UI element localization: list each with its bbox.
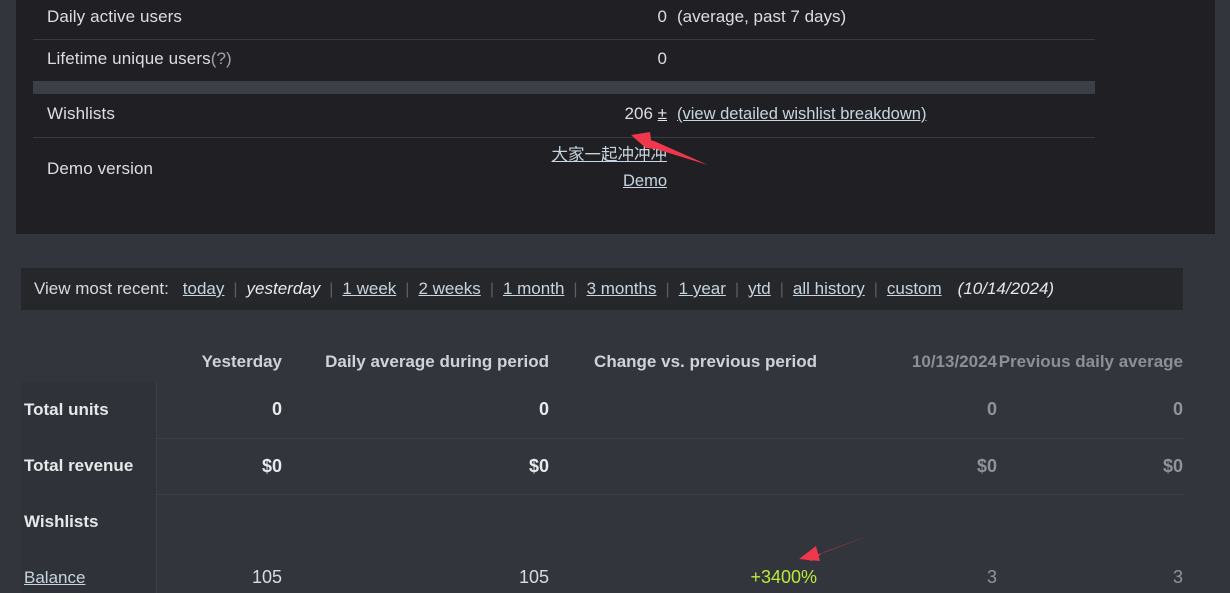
wishlists-plusminus-toggle[interactable]: ± <box>658 104 667 123</box>
stats-row-label[interactable]: Balance <box>21 550 157 593</box>
date-range-nav-bar: View most recent: today | yesterday | 1 week… <box>21 268 1183 310</box>
stats-cell-prev-daily-average: 0 <box>997 382 1183 439</box>
stats-table-body: Total units 0 0 0 0 Total revenue $0 $0 $0 $0 Wish… <box>21 382 1183 593</box>
date-range-separator: | <box>573 281 578 298</box>
lifetime-unique-users-label: Lifetime unique users(?) <box>33 38 347 80</box>
date-range-separator: | <box>489 281 494 298</box>
date-range-separator: | <box>329 281 334 298</box>
stats-cell-prev-daily-average: 3 <box>997 550 1183 593</box>
stats-row-label: Total units <box>21 382 157 438</box>
date-range-item-1-year[interactable]: 1 year <box>679 279 726 298</box>
date-range-item-1-month[interactable]: 1 month <box>503 279 564 298</box>
summary-row-lifetime-unique-users: Lifetime unique users(?) 0 <box>33 38 1095 80</box>
stats-header-prev-date: 10/13/2024 <box>911 352 997 372</box>
date-range-item-today[interactable]: today <box>183 279 225 298</box>
date-range-item-ytd[interactable]: ytd <box>748 279 771 298</box>
stats-cell-yesterday: $0 <box>156 438 282 495</box>
stats-cell-prev-date: $0 <box>817 438 997 495</box>
lifetime-unique-users-value: 0 <box>657 49 667 68</box>
stats-row: Balance 105 105 +3400% 3 3 <box>21 550 1183 593</box>
stats-cell-daily-average: 0 <box>282 382 549 439</box>
date-range-label: View most recent: <box>34 279 169 298</box>
date-range-item-all-history[interactable]: all history <box>793 279 865 298</box>
demo-game-title-link[interactable]: 大家一起冲冲冲 <box>347 143 668 169</box>
stats-row: Wishlists <box>21 494 1183 550</box>
date-range-items: today | yesterday | 1 week | 2 weeks | 1 month | 3… <box>183 279 942 299</box>
wishlists-value: 206 ± <box>347 93 667 135</box>
date-range-separator: | <box>233 281 238 298</box>
summary-row-daily-active-users: Daily active users 0 (average, past 7 da… <box>33 0 1095 38</box>
stats-header-row: Yesterday Daily average during period Ch… <box>21 311 1183 382</box>
game-summary-panel: Daily active users 0 (average, past 7 da… <box>16 0 1215 234</box>
stats-cell-prev-daily-average <box>997 494 1183 550</box>
demo-version-note <box>667 135 1095 203</box>
stats-cell-yesterday: 0 <box>156 382 282 439</box>
date-range-separator: | <box>405 281 410 298</box>
stats-row: Total revenue $0 $0 $0 $0 <box>21 438 1183 495</box>
stats-cell-yesterday: 105 <box>156 550 282 593</box>
stats-cell-change <box>549 494 817 550</box>
stats-cell-daily-average: 105 <box>282 550 549 593</box>
wishlists-label: Wishlists <box>47 104 115 123</box>
summary-row-wishlists: Wishlists 206 ± (view detailed wishlist … <box>33 93 1095 135</box>
stats-row-label: Total revenue <box>21 438 157 494</box>
daily-active-users-label: Daily active users <box>47 7 183 26</box>
stats-row: Total units 0 0 0 0 <box>21 382 1183 439</box>
stats-cell-yesterday <box>156 494 282 550</box>
date-range-separator: | <box>734 281 740 298</box>
stats-header-daily-average: Daily average during period <box>325 352 549 372</box>
summary-row-demo-version: Demo version 大家一起冲冲冲 Demo <box>33 135 1095 203</box>
wishlists-count: 206 <box>624 104 653 123</box>
daily-active-users-value: 0 <box>657 7 667 26</box>
demo-version-label: Demo version <box>47 159 154 178</box>
date-range-item-custom[interactable]: custom <box>887 279 942 298</box>
stats-cell-daily-average <box>282 494 549 550</box>
stats-cell-prev-daily-average: $0 <box>997 438 1183 495</box>
stats-header-yesterday: Yesterday <box>201 352 282 372</box>
stats-cell-prev-date: 3 <box>817 550 997 593</box>
help-question-icon[interactable]: (?) <box>211 49 232 68</box>
daily-active-users-note: (average, past 7 days) <box>677 7 847 26</box>
stats-cell-prev-date: 0 <box>817 382 997 439</box>
lifetime-unique-users-note <box>667 38 1095 80</box>
demo-link[interactable]: Demo <box>347 169 667 195</box>
date-range-item-yesterday: yesterday <box>246 279 321 298</box>
stats-header-label <box>21 311 156 382</box>
stats-cell-change: +3400% <box>549 550 817 593</box>
date-range-separator: | <box>665 281 670 298</box>
stats-cell-change <box>549 382 817 439</box>
demo-version-links: 大家一起冲冲冲 Demo <box>347 135 668 203</box>
wishlist-breakdown-cell: (view detailed wishlist breakdown) <box>667 93 1095 135</box>
stats-row-label-link[interactable]: Balance <box>24 568 85 587</box>
stats-cell-change <box>549 438 817 495</box>
stats-header-change: Change vs. previous period <box>594 352 817 372</box>
stats-cell-prev-date <box>817 494 997 550</box>
date-range-item-1-week[interactable]: 1 week <box>342 279 396 298</box>
stats-header-prev-daily-average: Previous daily average <box>998 352 1183 372</box>
summary-table: Daily active users 0 (average, past 7 da… <box>33 0 1095 203</box>
view-detailed-wishlist-breakdown-link[interactable]: (view detailed wishlist breakdown) <box>677 105 926 123</box>
stats-cell-daily-average: $0 <box>282 438 549 495</box>
stats-table: Yesterday Daily average during period Ch… <box>21 311 1183 593</box>
stats-row-label: Wishlists <box>21 494 157 550</box>
date-range-item-2-weeks[interactable]: 2 weeks <box>418 279 480 298</box>
steamworks-stats-page: Daily active users 0 (average, past 7 da… <box>0 0 1230 593</box>
date-range-separator: | <box>779 281 784 298</box>
lifetime-unique-users-label-text: Lifetime unique users <box>47 49 211 68</box>
date-range-item-3-months[interactable]: 3 months <box>587 279 657 298</box>
date-range-separator: | <box>873 281 878 298</box>
date-range-current-value: (10/14/2024) <box>957 279 1055 298</box>
summary-spacer-row <box>33 80 1095 93</box>
